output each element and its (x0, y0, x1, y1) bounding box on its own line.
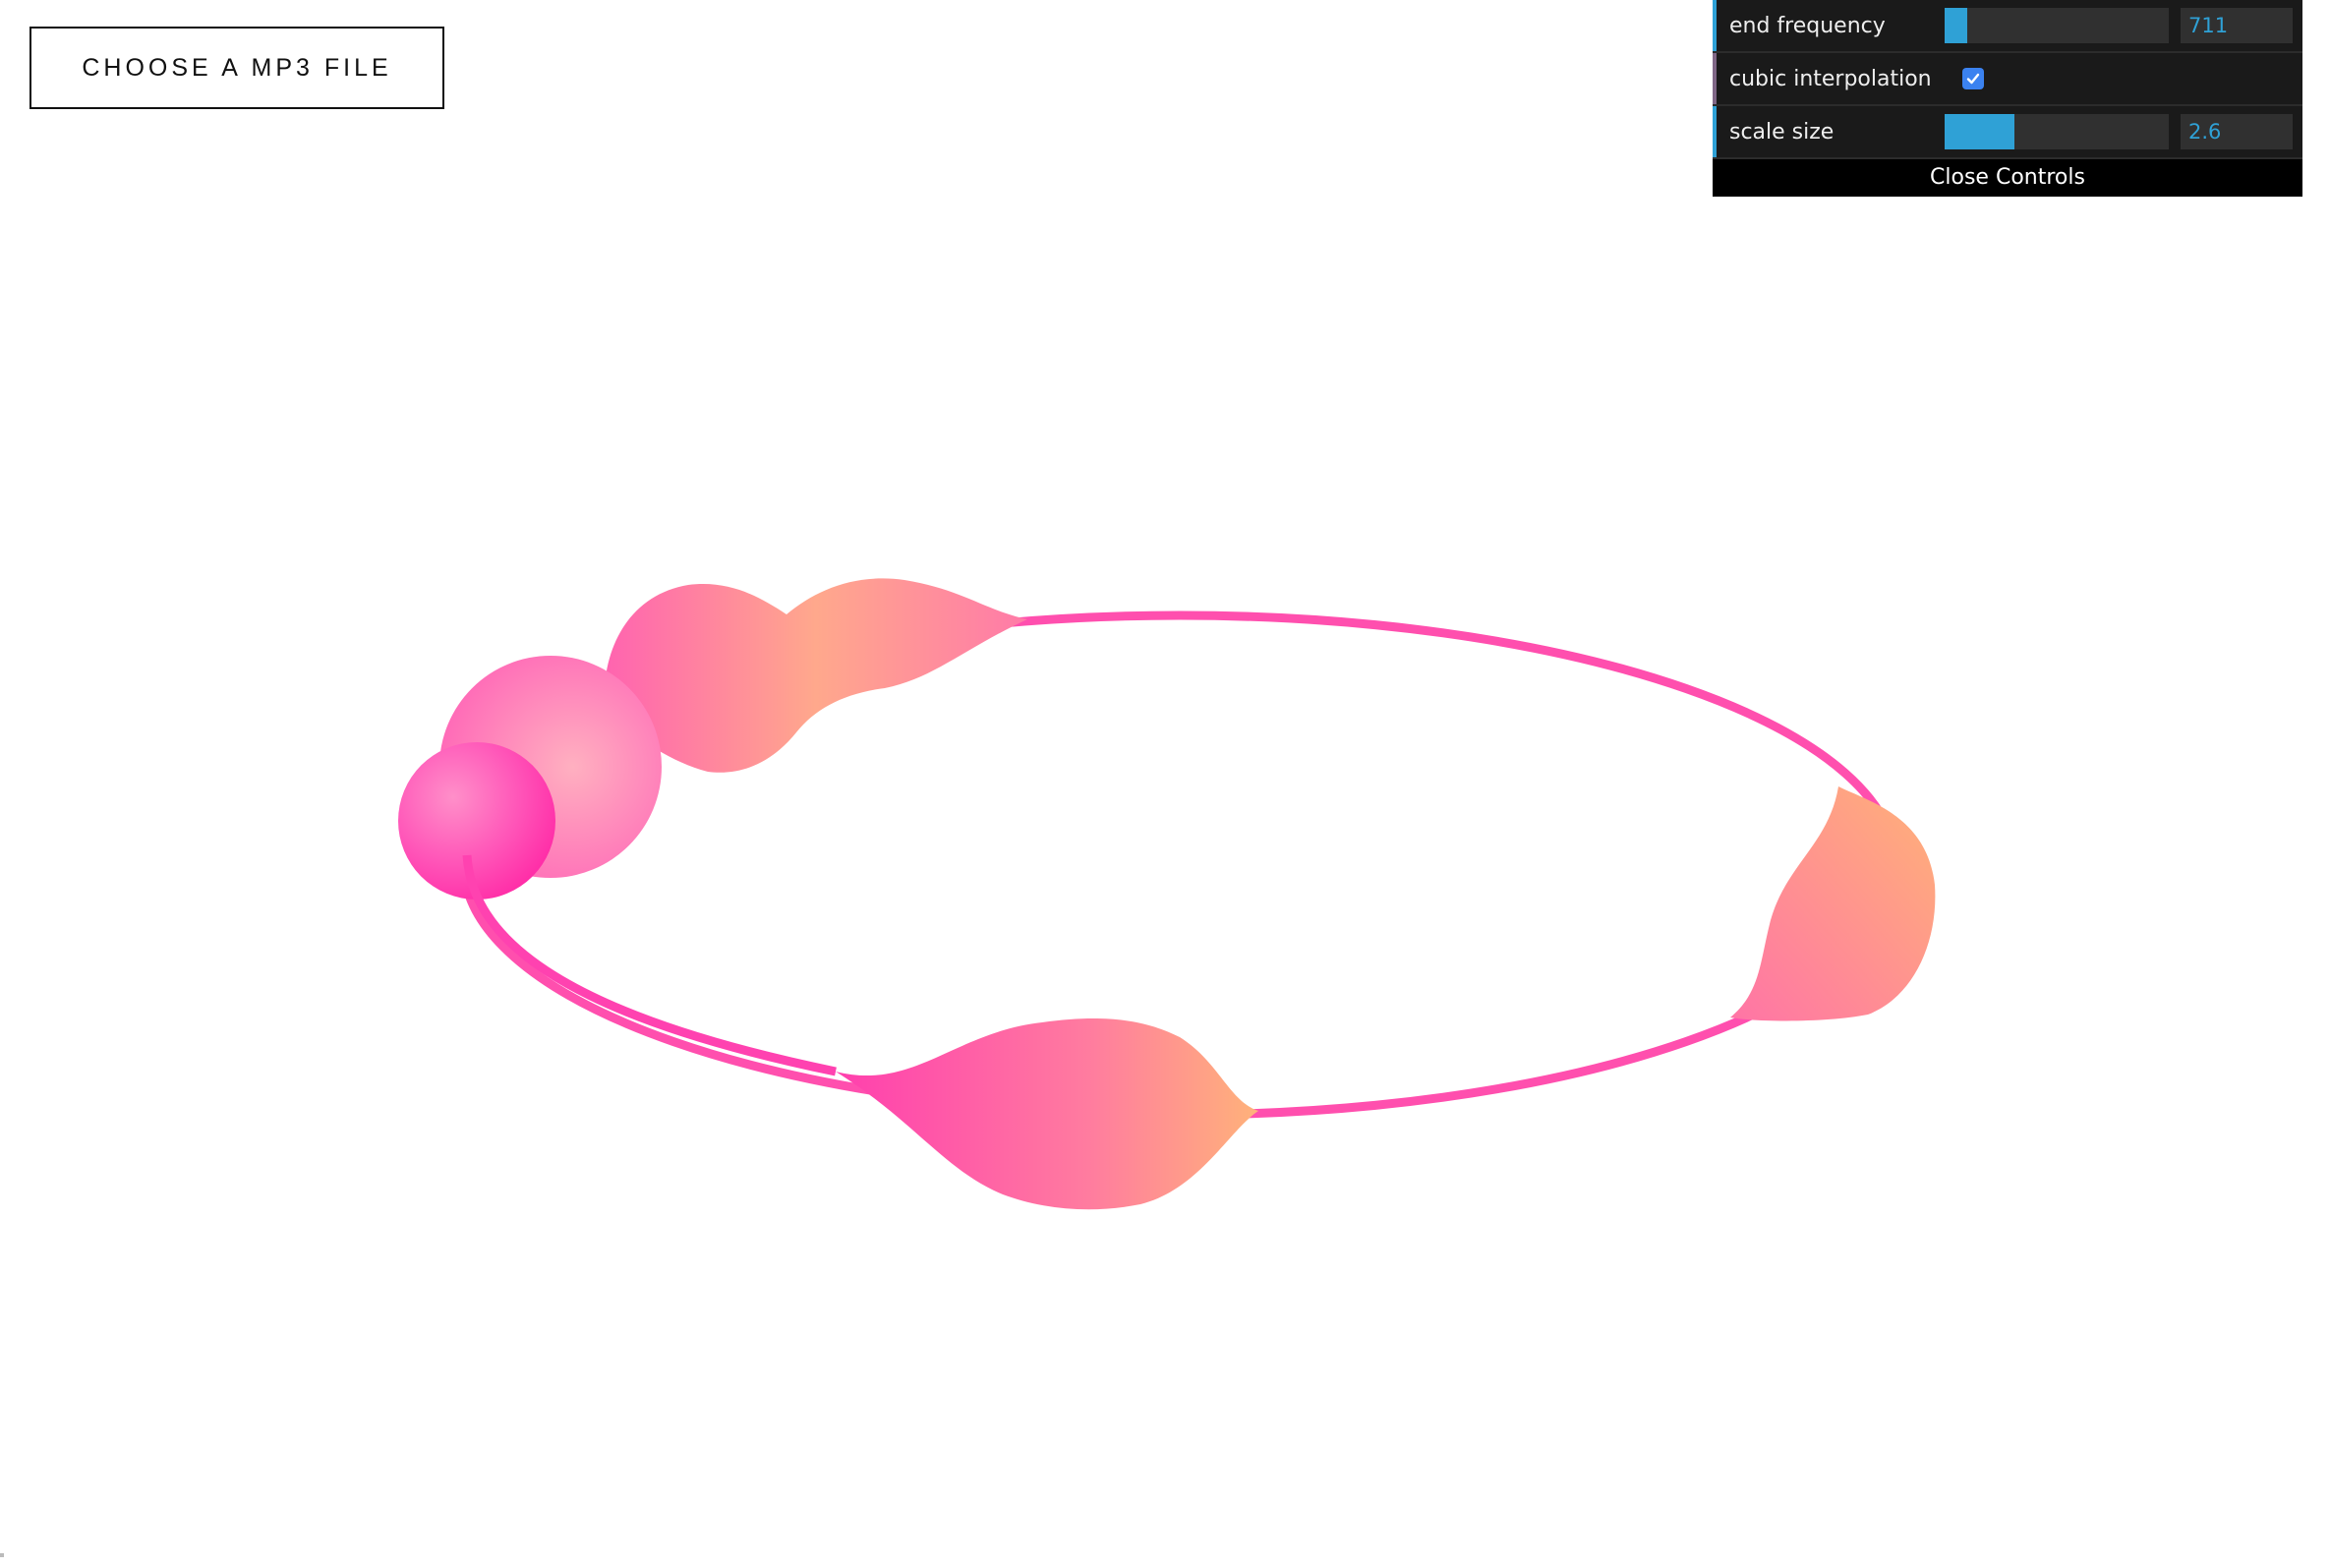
controls-panel: end frequency 711 cubic interpolation sc… (1713, 0, 2302, 197)
ring-bulge-left-front (398, 742, 555, 900)
audio-ring-visualization (398, 578, 1936, 1210)
choose-mp3-file-label: CHOOSE A MP3 FILE (82, 53, 392, 82)
ring-bulge-top (604, 578, 1027, 773)
ring-bulge-right (1730, 786, 1936, 1021)
row-stripe (1713, 0, 1717, 51)
row-stripe (1713, 53, 1717, 104)
close-controls-button[interactable]: Close Controls (1713, 159, 2302, 197)
scale-size-label: scale size (1729, 119, 1835, 145)
cubic-interpolation-label: cubic interpolation (1729, 66, 1932, 91)
checkmark-icon (1966, 73, 1980, 85)
end-frequency-input[interactable]: 711 (2181, 8, 2293, 43)
scale-size-slider-fill (1945, 114, 2014, 149)
row-stripe (1713, 106, 1717, 157)
scale-size-slider[interactable] (1945, 114, 2169, 149)
scale-size-input[interactable]: 2.6 (2181, 114, 2293, 149)
control-row-scale-size: scale size 2.6 (1713, 106, 2302, 159)
visualizer-canvas[interactable] (0, 0, 2330, 1563)
cubic-interpolation-checkbox[interactable] (1962, 68, 1984, 89)
end-frequency-slider-fill (1945, 8, 1967, 43)
ring-bulge-bottom (836, 1017, 1258, 1210)
control-row-end-frequency: end frequency 711 (1713, 0, 2302, 53)
control-row-cubic-interpolation: cubic interpolation (1713, 53, 2302, 106)
end-frequency-slider[interactable] (1945, 8, 2169, 43)
corner-mark (0, 1553, 4, 1557)
end-frequency-label: end frequency (1729, 13, 1886, 38)
choose-mp3-file-button[interactable]: CHOOSE A MP3 FILE (29, 27, 444, 109)
